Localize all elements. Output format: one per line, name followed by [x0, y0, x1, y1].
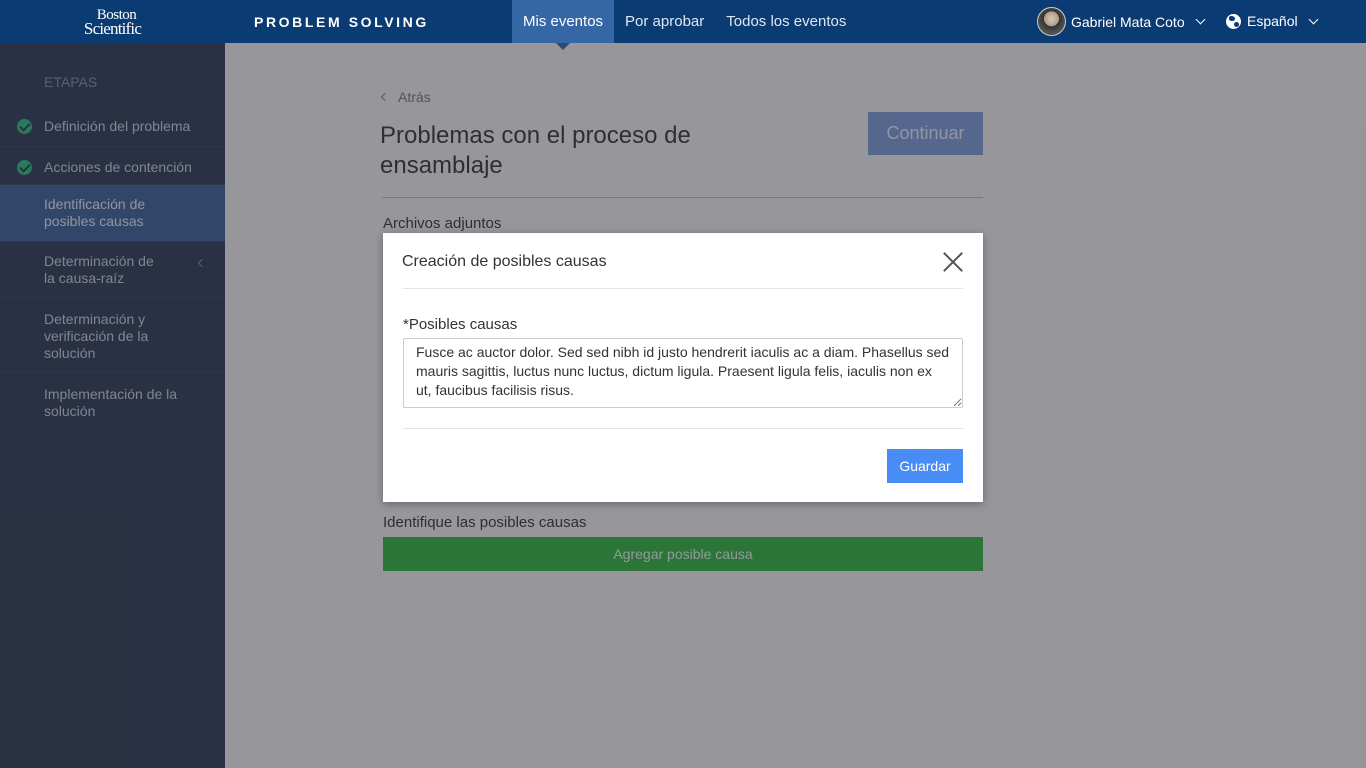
nav-todos-los-eventos[interactable]: Todos los eventos: [715, 0, 857, 43]
causes-textarea[interactable]: Fusce ac auctor dolor. Sed sed nibh id j…: [403, 338, 963, 408]
chevron-down-icon: [1195, 14, 1206, 25]
divider: [403, 428, 963, 429]
close-icon[interactable]: [942, 251, 964, 273]
logo-text: Boston Scientific: [83, 7, 142, 38]
avatar: [1037, 7, 1066, 36]
language-label: Español: [1247, 13, 1298, 29]
create-causes-dialog: Creación de posibles causas *Posibles ca…: [383, 233, 983, 502]
save-button[interactable]: Guardar: [887, 449, 963, 483]
nav-mis-eventos[interactable]: Mis eventos: [512, 0, 615, 50]
user-name: Gabriel Mata Coto: [1071, 13, 1185, 30]
language-selector[interactable]: Español: [1226, 13, 1319, 29]
brand-logo[interactable]: Boston Scientific: [0, 0, 225, 43]
main-nav: Mis eventos Por aprobar Todos los evento…: [512, 0, 857, 50]
user-menu[interactable]: Gabriel Mata Coto: [1037, 7, 1206, 36]
chevron-down-icon: [1308, 14, 1319, 24]
divider: [403, 288, 963, 289]
causes-field-label: *Posibles causas: [403, 316, 518, 333]
logo-line-2: Scientific: [83, 18, 142, 38]
dialog-title: Creación de posibles causas: [402, 253, 607, 270]
app-title: PROBLEM SOLVING: [254, 14, 429, 30]
nav-por-aprobar[interactable]: Por aprobar: [614, 0, 715, 43]
globe-icon: [1226, 13, 1241, 29]
top-navbar: Boston Scientific PROBLEM SOLVING Mis ev…: [0, 0, 1366, 50]
